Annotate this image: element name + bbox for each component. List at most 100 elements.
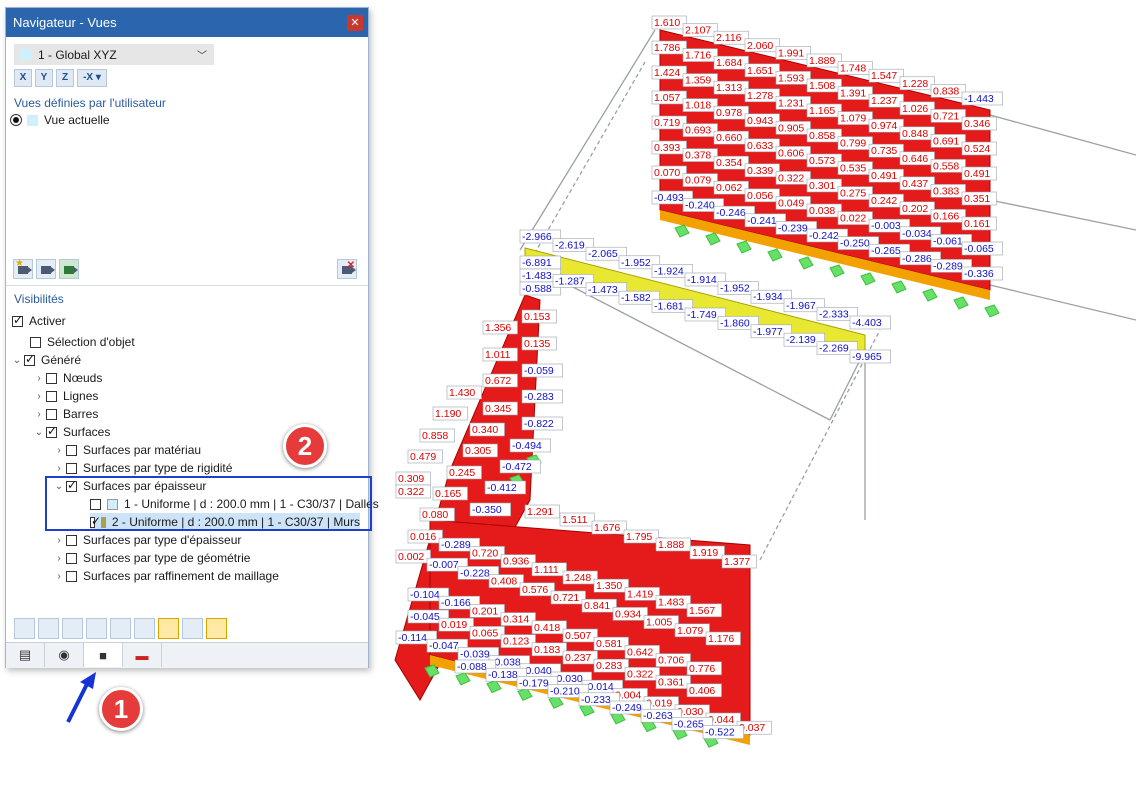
view-y-axis-icon[interactable]: Y <box>35 69 53 87</box>
checkbox[interactable] <box>12 313 23 327</box>
model-canvas[interactable]: 1.610 2.107 2.116 2.060 1.991 1.889 1.748 1.547… <box>368 0 1136 806</box>
chevron-right-icon[interactable]: › <box>32 391 46 402</box>
close-icon[interactable]: ✕ <box>347 15 363 31</box>
svg-text:0.070: 0.070 <box>654 167 680 179</box>
checkbox[interactable] <box>66 552 77 564</box>
view-minus-x-dropdown-icon[interactable]: -X ▾ <box>77 69 107 87</box>
svg-text:1.430: 1.430 <box>449 387 475 399</box>
view-select[interactable]: 1 - Global XYZ ﹀ <box>14 44 214 65</box>
checkbox[interactable] <box>66 570 77 582</box>
value-label: -0.494 <box>509 438 551 453</box>
green-view-camera-icon[interactable] <box>59 259 79 279</box>
show-selected-icon[interactable] <box>158 618 179 639</box>
value-label: 0.322 <box>775 171 811 185</box>
value-label: -9.965 <box>849 349 891 364</box>
uncheck-all-icon[interactable] <box>134 618 155 639</box>
chevron-right-icon[interactable]: › <box>52 535 66 546</box>
svg-text:1.419: 1.419 <box>627 588 653 600</box>
tree-label: Surfaces par type de rigidité <box>83 461 233 475</box>
chevron-right-icon[interactable]: › <box>32 373 46 384</box>
tab-views-camera-icon[interactable]: ■ <box>84 643 123 667</box>
tab-data-navigator-icon[interactable]: ▤ <box>6 643 45 667</box>
tree-item-activer[interactable]: Activer <box>12 312 66 330</box>
value-label: 0.305 <box>462 443 498 458</box>
tree-item-noeuds[interactable]: › Nœuds <box>32 369 102 387</box>
support-icon <box>891 280 907 294</box>
svg-text:0.123: 0.123 <box>503 636 529 648</box>
value-label: 0.905 <box>775 121 811 135</box>
filter-visibility-icon[interactable] <box>62 618 83 639</box>
tree-item-surfaces[interactable]: ⌄ Surfaces <box>32 423 111 441</box>
checkbox[interactable] <box>30 336 41 348</box>
value-label: 0.237 <box>562 650 598 665</box>
tree-item-surfaces-rigidite[interactable]: › Surfaces par type de rigidité <box>52 459 232 477</box>
show-hidden-icon[interactable] <box>182 618 203 639</box>
value-label: 2.060 <box>744 38 780 53</box>
value-label: 1.377 <box>721 554 757 569</box>
value-label: 0.153 <box>521 309 557 324</box>
value-label: 0.841 <box>581 598 617 613</box>
checkbox[interactable] <box>46 372 57 384</box>
tree-item-selection[interactable]: Sélection d'objet <box>30 333 135 351</box>
save-view-camera-icon[interactable] <box>36 259 56 279</box>
svg-text:1.684: 1.684 <box>716 57 742 69</box>
settings-visibility-icon[interactable] <box>206 618 227 639</box>
support-icon <box>486 680 502 694</box>
checkbox[interactable] <box>46 390 57 402</box>
svg-text:0.016: 0.016 <box>410 531 436 543</box>
new-view-camera-icon[interactable]: ★ <box>13 258 33 279</box>
chevron-right-icon[interactable]: › <box>52 445 66 456</box>
value-label: -0.822 <box>521 416 563 431</box>
tree-item-surfaces-materiau[interactable]: › Surfaces par matériau <box>52 441 201 459</box>
checkbox[interactable] <box>46 424 57 438</box>
tree-item-raffinement[interactable]: › Surfaces par raffinement de maillage <box>52 567 279 585</box>
svg-text:0.322: 0.322 <box>398 486 424 498</box>
value-label: -0.283 <box>521 389 563 404</box>
svg-text:0.161: 0.161 <box>964 218 990 230</box>
checkbox[interactable] <box>46 408 57 420</box>
view-x-axis-icon[interactable]: X <box>14 69 32 87</box>
svg-text:0.418: 0.418 <box>534 622 560 634</box>
checkbox[interactable] <box>66 462 77 474</box>
svg-text:-6.891: -6.891 <box>522 257 552 269</box>
value-label: 1.011 <box>482 347 518 362</box>
checkbox[interactable] <box>66 534 77 546</box>
tree-item-type-epaisseur[interactable]: › Surfaces par type d'épaisseur <box>52 531 241 549</box>
tree-item-lignes[interactable]: › Lignes <box>32 387 98 405</box>
checkbox[interactable] <box>24 352 35 366</box>
current-view-radio[interactable] <box>10 114 22 126</box>
tab-display-eye-icon[interactable]: ◉ <box>45 643 84 667</box>
add-visibility-icon[interactable] <box>14 618 35 639</box>
chevron-down-icon[interactable]: ⌄ <box>32 427 46 438</box>
value-label: 0.166 <box>930 209 966 223</box>
value-label: 0.672 <box>482 373 518 388</box>
value-label: 1.483 <box>655 595 691 609</box>
chevron-right-icon[interactable]: › <box>32 409 46 420</box>
value-label: -4.403 <box>849 315 891 330</box>
chevron-down-icon[interactable]: ⌄ <box>10 355 24 366</box>
svg-text:1.190: 1.190 <box>435 408 461 420</box>
svg-text:1.424: 1.424 <box>654 67 680 79</box>
chevron-right-icon[interactable]: › <box>52 463 66 474</box>
view-z-axis-icon[interactable]: Z <box>56 69 74 87</box>
value-label: 1.391 <box>837 86 873 100</box>
check-all-icon[interactable] <box>110 618 131 639</box>
tab-results-icon[interactable]: ▬ <box>123 643 162 667</box>
tree-item-type-geometrie[interactable]: › Surfaces par type de géométrie <box>52 549 250 567</box>
value-label: 1.651 <box>744 63 780 78</box>
value-label: 0.383 <box>930 184 966 198</box>
tree-item-genere[interactable]: ⌄ Généré <box>10 351 81 369</box>
list-visibility-icon[interactable] <box>86 618 107 639</box>
value-label: 0.838 <box>930 84 966 98</box>
tree-item-barres[interactable]: › Barres <box>32 405 98 423</box>
svg-text:-2.619: -2.619 <box>555 240 585 252</box>
chevron-right-icon[interactable]: › <box>52 553 66 564</box>
value-label: 0.002 <box>395 549 431 564</box>
delete-view-camera-icon[interactable]: ✕ <box>337 259 357 279</box>
edit-visibility-icon[interactable] <box>38 618 59 639</box>
checkbox[interactable] <box>66 444 77 456</box>
value-label: 0.283 <box>593 658 629 673</box>
current-view-item[interactable]: Vue actuelle <box>10 113 110 127</box>
svg-text:0.242: 0.242 <box>871 195 897 207</box>
chevron-right-icon[interactable]: › <box>52 571 66 582</box>
